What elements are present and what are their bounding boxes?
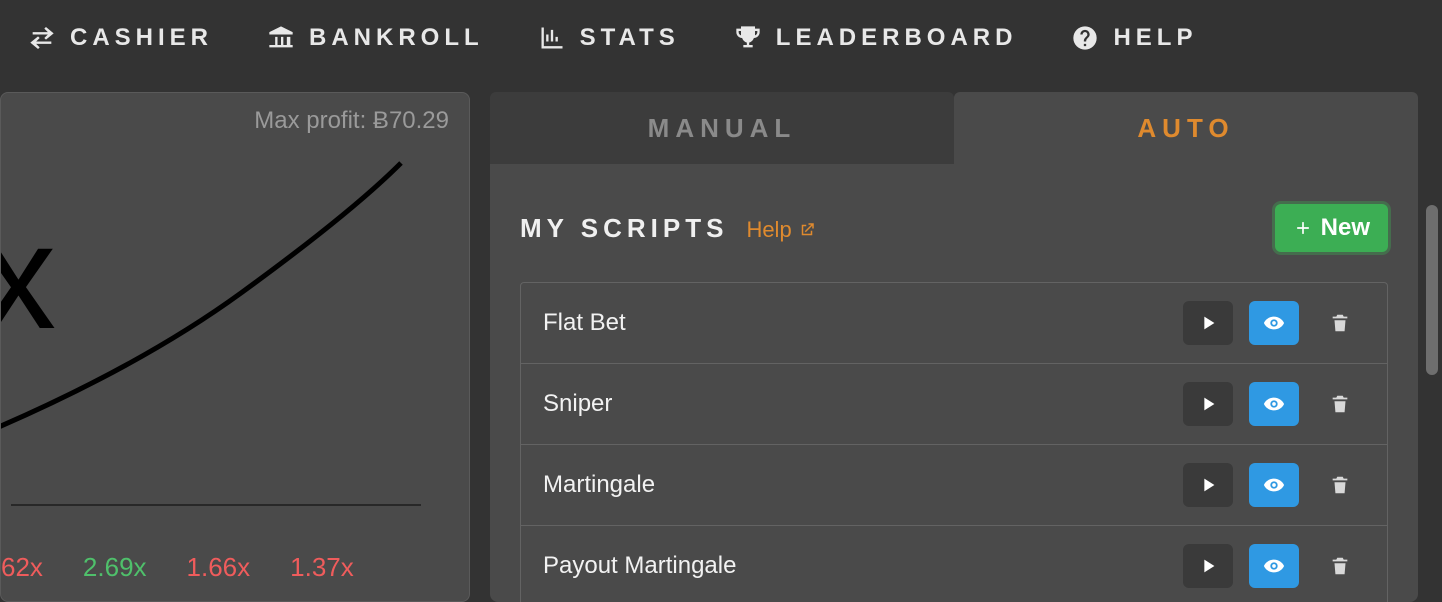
external-link-icon: [798, 221, 816, 239]
auto-panel-body: MY SCRIPTS Help New Flat Bet: [490, 164, 1418, 602]
nav-cashier[interactable]: CASHIER: [28, 24, 213, 52]
current-multiplier: 3x: [0, 163, 46, 370]
delete-script-button[interactable]: [1315, 301, 1365, 345]
question-icon: [1071, 24, 1099, 52]
nav-stats-label: STATS: [580, 24, 680, 52]
trophy-icon: [734, 24, 762, 52]
new-script-button[interactable]: New: [1275, 204, 1388, 252]
script-row: Martingale: [521, 445, 1387, 526]
trash-icon: [1329, 555, 1351, 577]
run-script-button[interactable]: [1183, 463, 1233, 507]
nav-leaderboard[interactable]: LEADERBOARD: [734, 24, 1018, 52]
plus-icon: [1293, 218, 1313, 238]
trash-icon: [1329, 393, 1351, 415]
view-script-button[interactable]: [1249, 301, 1299, 345]
bank-icon: [267, 24, 295, 52]
transfer-icon: [28, 24, 56, 52]
nav-help[interactable]: HELP: [1071, 24, 1197, 52]
trash-icon: [1329, 474, 1351, 496]
graph-baseline: [11, 504, 421, 506]
multiplier-graph-line: [0, 143, 431, 463]
nav-stats[interactable]: STATS: [538, 24, 680, 52]
eye-icon: [1263, 474, 1285, 496]
history-item[interactable]: 2.69x: [83, 552, 147, 583]
scripts-title: MY SCRIPTS: [520, 213, 728, 244]
multiplier-x: x: [0, 192, 46, 360]
chart-icon: [538, 24, 566, 52]
bet-mode-tabs: MANUAL AUTO: [490, 92, 1418, 164]
view-script-button[interactable]: [1249, 382, 1299, 426]
eye-icon: [1263, 312, 1285, 334]
eye-icon: [1263, 393, 1285, 415]
script-row: Sniper: [521, 364, 1387, 445]
scripts-help-link[interactable]: Help: [746, 217, 815, 243]
top-nav: CASHIER BANKROLL STATS LEADERBOARD HELP: [0, 0, 1442, 92]
nav-cashier-label: CASHIER: [70, 24, 213, 52]
script-name: Payout Martingale: [543, 552, 736, 580]
delete-script-button[interactable]: [1315, 463, 1365, 507]
max-profit-label: Max profit: Ƀ70.29: [254, 107, 449, 135]
history-item[interactable]: 1.66x: [187, 552, 251, 583]
help-link-label: Help: [746, 217, 791, 243]
multiplier-history: 62x 2.69x 1.66x 1.37x: [1, 552, 354, 583]
play-icon: [1197, 474, 1219, 496]
new-button-label: New: [1321, 214, 1370, 242]
history-item[interactable]: 62x: [1, 552, 43, 583]
game-card: Max profit: Ƀ70.29 3x 62x 2.69x 1.66x 1.…: [0, 92, 470, 602]
tab-auto[interactable]: AUTO: [954, 92, 1418, 164]
script-name: Flat Bet: [543, 309, 626, 337]
play-icon: [1197, 312, 1219, 334]
tab-manual[interactable]: MANUAL: [490, 92, 954, 164]
bet-panel: MANUAL AUTO MY SCRIPTS Help New: [490, 92, 1418, 602]
view-script-button[interactable]: [1249, 544, 1299, 588]
play-icon: [1197, 393, 1219, 415]
run-script-button[interactable]: [1183, 544, 1233, 588]
run-script-button[interactable]: [1183, 301, 1233, 345]
nav-bankroll[interactable]: BANKROLL: [267, 24, 484, 52]
delete-script-button[interactable]: [1315, 544, 1365, 588]
play-icon: [1197, 555, 1219, 577]
view-script-button[interactable]: [1249, 463, 1299, 507]
delete-script-button[interactable]: [1315, 382, 1365, 426]
script-list: Flat Bet Sniper: [520, 282, 1388, 602]
history-item[interactable]: 1.37x: [290, 552, 354, 583]
script-name: Sniper: [543, 390, 612, 418]
nav-help-label: HELP: [1113, 24, 1197, 52]
script-name: Martingale: [543, 471, 655, 499]
run-script-button[interactable]: [1183, 382, 1233, 426]
scrollbar-thumb[interactable]: [1426, 205, 1438, 375]
script-row: Flat Bet: [521, 283, 1387, 364]
script-row: Payout Martingale: [521, 526, 1387, 602]
nav-bankroll-label: BANKROLL: [309, 24, 484, 52]
nav-leaderboard-label: LEADERBOARD: [776, 24, 1018, 52]
eye-icon: [1263, 555, 1285, 577]
trash-icon: [1329, 312, 1351, 334]
